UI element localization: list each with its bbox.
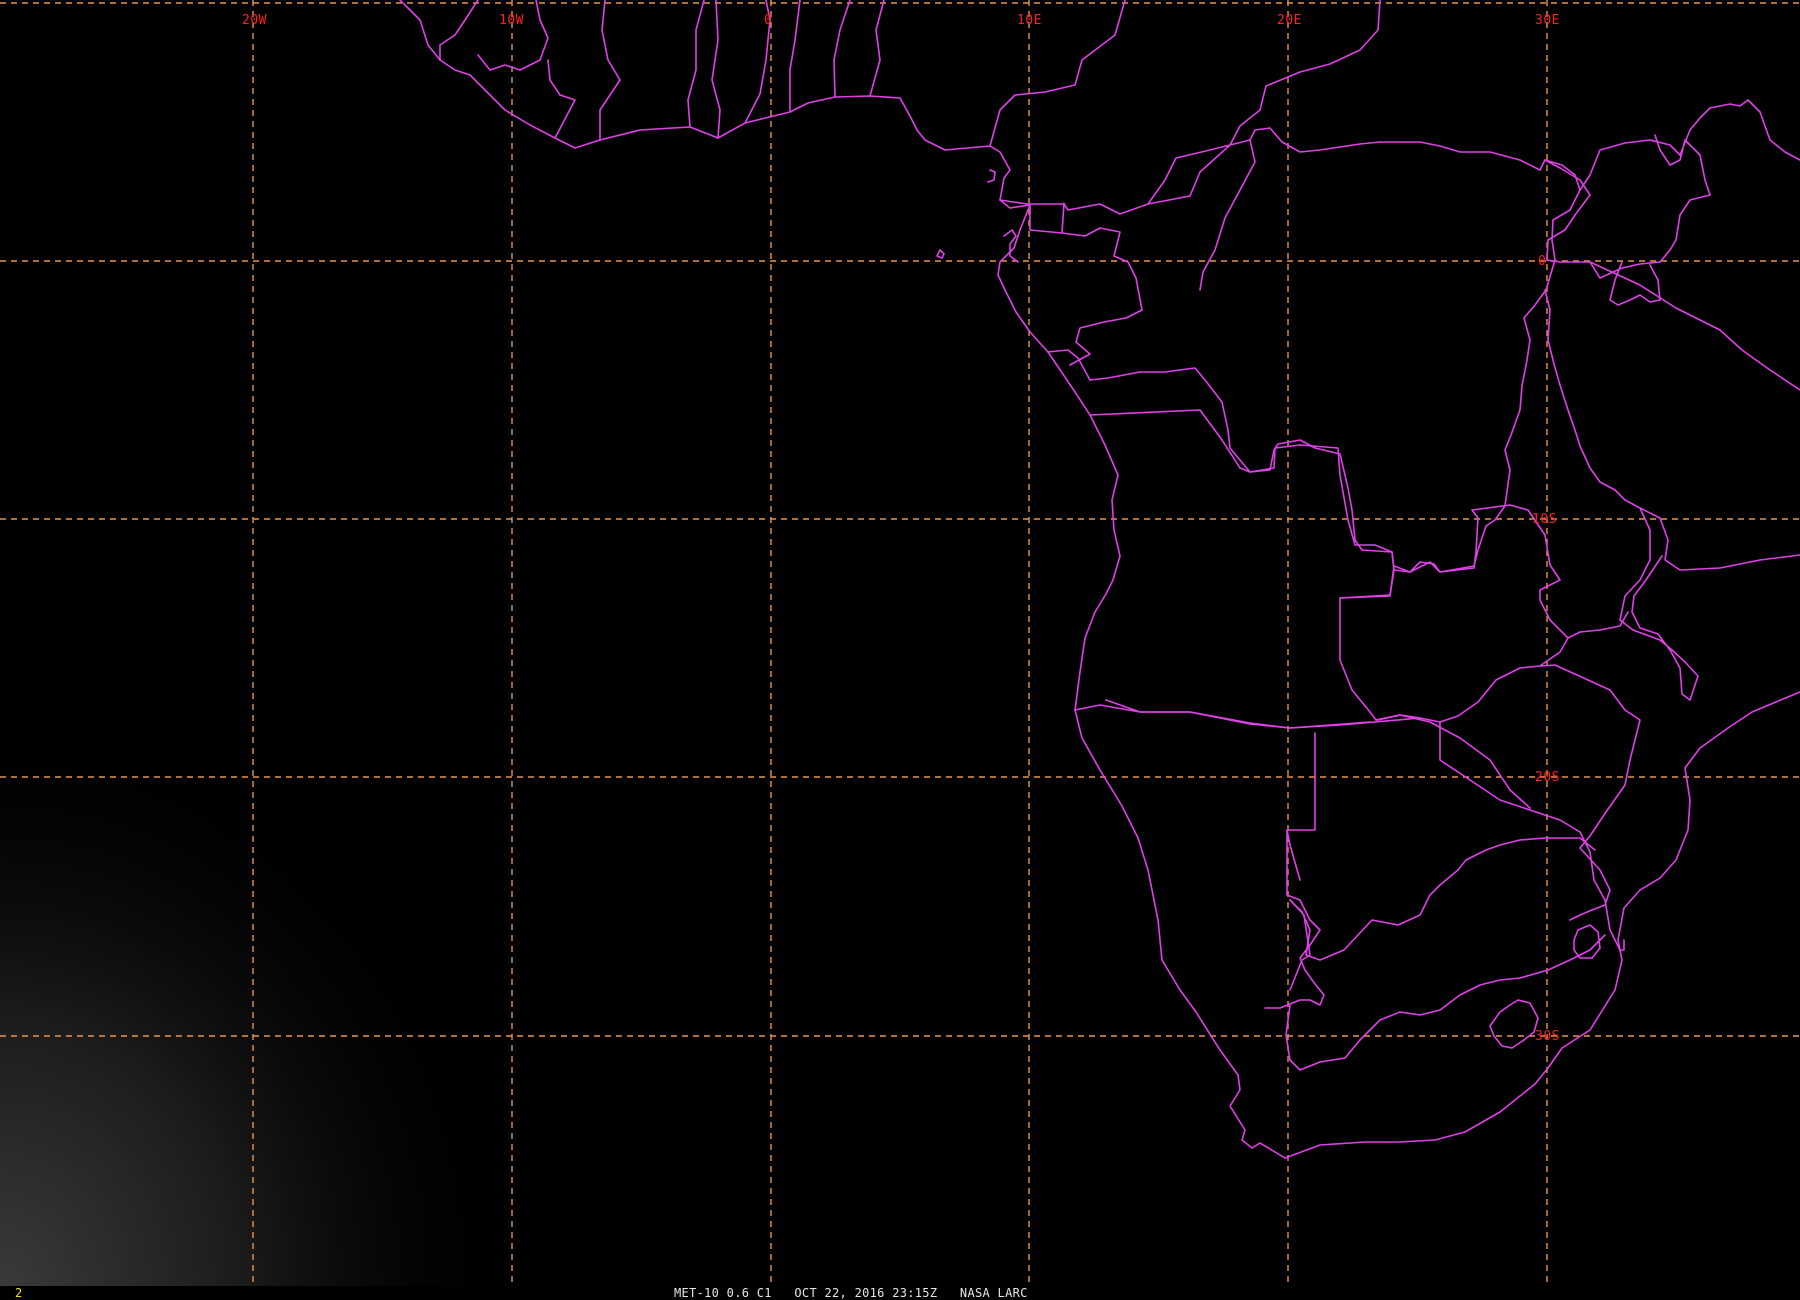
- map-canvas: 20W 10W 0 10E 20E 30E 0 10S 20S 30S: [0, 0, 1800, 1286]
- status-bar: 2 MET-10 0.6 C1 OCT 22, 2016 23:15Z NASA…: [0, 1286, 1800, 1300]
- frame-number: 2: [15, 1286, 23, 1300]
- nigeria-cameroon-borders: [989, 0, 1381, 291]
- lesotho-outline: [1489, 999, 1539, 1049]
- mozambique-zimbabwe-outline: [1375, 664, 1641, 951]
- tanzania-malawi-outline: [1544, 259, 1800, 701]
- image-caption: MET-10 0.6 C1 OCT 22, 2016 23:15Z NASA L…: [674, 1286, 1028, 1300]
- lon-label-20e: 20E: [1277, 13, 1302, 28]
- lat-label-30s: 30S: [1535, 1029, 1560, 1044]
- lon-label-10e: 10E: [1017, 13, 1042, 28]
- lon-label-30e: 30E: [1535, 13, 1560, 28]
- gulf-of-guinea-borders: [687, 0, 885, 139]
- zambia-outline: [1339, 504, 1569, 723]
- liberia-sierra-leone-borders: [439, 0, 621, 141]
- lake-victoria-region: [1544, 99, 1800, 306]
- namibia-botswana-outline: [1074, 704, 1371, 1009]
- lon-label-0: 0: [764, 13, 772, 28]
- lat-label-10s: 10S: [1532, 512, 1557, 527]
- gabon-congo-borders: [1029, 202, 1143, 381]
- angola-outline: [1089, 409, 1421, 729]
- sunglint-shading: [0, 500, 700, 1286]
- lat-label-20s: 20S: [1535, 770, 1560, 785]
- bioko-island: [936, 249, 945, 259]
- satellite-map-view: 20W 10W 0 10E 20E 30E 0 10S 20S 30S 2 ME…: [0, 0, 1800, 1300]
- lat-label-0: 0: [1538, 254, 1546, 269]
- lon-label-10w: 10W: [499, 13, 524, 28]
- swaziland-outline: [1573, 924, 1601, 959]
- lon-label-20w: 20W: [242, 13, 267, 28]
